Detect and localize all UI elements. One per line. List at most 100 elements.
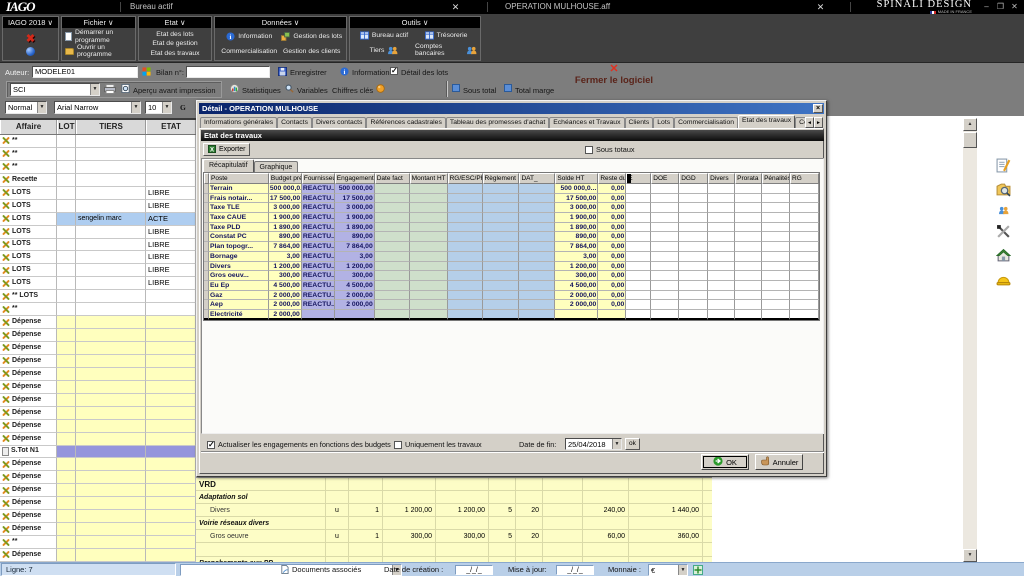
cell-rg_esc_pro[interactable] — [448, 281, 483, 291]
cell-divers[interactable] — [708, 203, 735, 213]
cell-prorata[interactable] — [735, 271, 762, 281]
list-item[interactable]: Dépense — [0, 316, 196, 329]
cell-tiers[interactable] — [76, 407, 146, 420]
cell-etat[interactable] — [146, 368, 196, 381]
cell-etat[interactable] — [146, 381, 196, 394]
tab-scroll-right-icon[interactable]: ► — [814, 117, 823, 128]
cell-dat[interactable] — [519, 223, 555, 233]
cell-solde_ht[interactable]: 17 500,00 — [555, 194, 598, 204]
cell-fournisseur[interactable]: REACTU... — [302, 271, 335, 281]
subtab-r-capitulatif[interactable]: Récapitulatif — [203, 159, 254, 172]
cell-reglement[interactable] — [483, 300, 520, 310]
sous-total-button[interactable]: Sous total — [463, 86, 496, 95]
cell-date_fact[interactable] — [375, 271, 410, 281]
cell-doe[interactable] — [651, 184, 679, 194]
cell-etat[interactable] — [146, 290, 196, 303]
tab-ech-ances-et-travaux[interactable]: Echéances et Travaux — [549, 117, 624, 128]
date-fin-ok-button[interactable]: ok — [625, 438, 640, 450]
cell-lot[interactable] — [57, 239, 76, 252]
column-header-fournisseur[interactable]: Fournisseur — [302, 173, 335, 184]
menu-item-tiers[interactable]: Tiers — [353, 46, 415, 55]
column-header-solde_ht[interactable]: Solde HT — [555, 173, 598, 184]
tab-operation-mulhouse[interactable]: OPERATION MULHOUSE.aff — [505, 0, 610, 14]
tools-icon[interactable] — [996, 224, 1011, 241]
vertical-scrollbar[interactable]: ▲ ▼ — [963, 118, 977, 562]
list-item[interactable]: LOTSLIBRE — [0, 187, 196, 200]
menu-item-commercialisation[interactable]: Commercialisation — [218, 48, 281, 55]
cell-rg_esc_pro[interactable] — [448, 242, 483, 252]
cell-divers[interactable] — [708, 232, 735, 242]
cell-affaire[interactable]: Dépense — [0, 471, 57, 484]
cell-dat[interactable] — [519, 213, 555, 223]
document-edit-icon[interactable] — [996, 158, 1011, 175]
cell-doe[interactable] — [651, 252, 679, 262]
column-header-reste_du[interactable]: Reste du — [598, 173, 626, 184]
home-icon[interactable] — [996, 248, 1011, 265]
printer-icon[interactable] — [104, 84, 116, 96]
cell-reste_du[interactable]: 0,00 — [598, 194, 626, 204]
cell-affaire[interactable]: Dépense — [0, 497, 57, 510]
cell-montant_ht[interactable] — [410, 281, 448, 291]
cell-budget_prev[interactable]: 2 000,00 — [269, 291, 302, 301]
tab-scroll-left-icon[interactable]: ◄ — [805, 117, 814, 128]
cell-reglement[interactable] — [483, 232, 520, 242]
cell-lot[interactable] — [57, 420, 76, 433]
cell-tiers[interactable] — [76, 187, 146, 200]
cell-solde_ht[interactable]: 2 000,00 — [555, 291, 598, 301]
list-item[interactable]: Dépense — [0, 342, 196, 355]
column-header-doe[interactable]: DOE — [651, 173, 679, 184]
cell-affaire[interactable]: Dépense — [0, 420, 57, 433]
cell-lot[interactable] — [57, 135, 76, 148]
cell-poste[interactable]: Taxe PLD — [209, 223, 269, 233]
list-item[interactable]: LOTSLIBRE — [0, 226, 196, 239]
cell-affaire[interactable]: Dépense — [0, 394, 57, 407]
cell-date_fact[interactable] — [375, 223, 410, 233]
cell-tiers[interactable] — [76, 226, 146, 239]
cell-dgd[interactable] — [679, 291, 708, 301]
cell-tiers[interactable] — [76, 251, 146, 264]
dialog-titlebar[interactable]: Détail - OPERATION MULHOUSE — [199, 103, 824, 114]
cell-poste[interactable]: Gros oeuv... — [209, 271, 269, 281]
cell-dat[interactable] — [519, 252, 555, 262]
cell-penalites[interactable] — [762, 310, 790, 320]
table-row[interactable] — [196, 543, 712, 556]
table-row[interactable]: Gros oeuv...300,00REACTU...300,00300,000… — [204, 271, 819, 281]
menu-item-etat-des-travaux[interactable]: Etat des travaux — [142, 50, 208, 57]
column-header-reglement[interactable]: Règlement — [483, 173, 520, 184]
cell-etat[interactable] — [146, 497, 196, 510]
list-item[interactable]: LOTSLIBRE — [0, 239, 196, 252]
cell-montant_ht[interactable] — [410, 223, 448, 233]
cell-fournisseur[interactable]: REACTU... — [302, 291, 335, 301]
cell-poste[interactable]: Bornage — [209, 252, 269, 262]
cell-budget_prev[interactable]: 890,00 — [269, 232, 302, 242]
cell-budget_prev[interactable]: 4 500,00 — [269, 281, 302, 291]
cell-etat[interactable] — [146, 161, 196, 174]
column-header-budget_prev[interactable]: Budget prév — [269, 173, 302, 184]
list-item[interactable]: ** — [0, 161, 196, 174]
cell-fournisseur[interactable]: REACTU... — [302, 242, 335, 252]
table-row[interactable]: Plan topogr...7 864,00REACTU...7 864,007… — [204, 242, 819, 252]
cell-budget_prev[interactable]: 3,00 — [269, 252, 302, 262]
column-header-lot[interactable]: LOT — [57, 120, 76, 134]
cell-reste_du[interactable]: 0,00 — [598, 223, 626, 233]
cell-poste[interactable]: Taxe TLE — [209, 203, 269, 213]
quit-icon[interactable]: ✖ — [26, 32, 35, 45]
cell-reste_du[interactable]: 0,00 — [598, 184, 626, 194]
list-item[interactable]: ** — [0, 148, 196, 161]
cell-tiers[interactable] — [76, 161, 146, 174]
cell-tiers[interactable] — [76, 549, 146, 562]
cell-lot[interactable] — [57, 355, 76, 368]
scrollbar-thumb[interactable] — [963, 132, 977, 148]
cell-lot[interactable] — [57, 381, 76, 394]
cell-montant_ht[interactable] — [410, 262, 448, 272]
cell-doe[interactable] — [651, 262, 679, 272]
list-item[interactable]: S.Tot N1 — [0, 446, 196, 459]
cell-prorata[interactable] — [735, 232, 762, 242]
cell-etat[interactable] — [146, 329, 196, 342]
cell-etat[interactable] — [146, 355, 196, 368]
font-size-select[interactable]: 10▼ — [145, 101, 172, 114]
cell-affaire[interactable]: Dépense — [0, 523, 57, 536]
cell-budget_prev[interactable]: 1 900,00 — [269, 213, 302, 223]
cell-penalites[interactable] — [762, 242, 790, 252]
cell-rg_esc_pro[interactable] — [448, 184, 483, 194]
